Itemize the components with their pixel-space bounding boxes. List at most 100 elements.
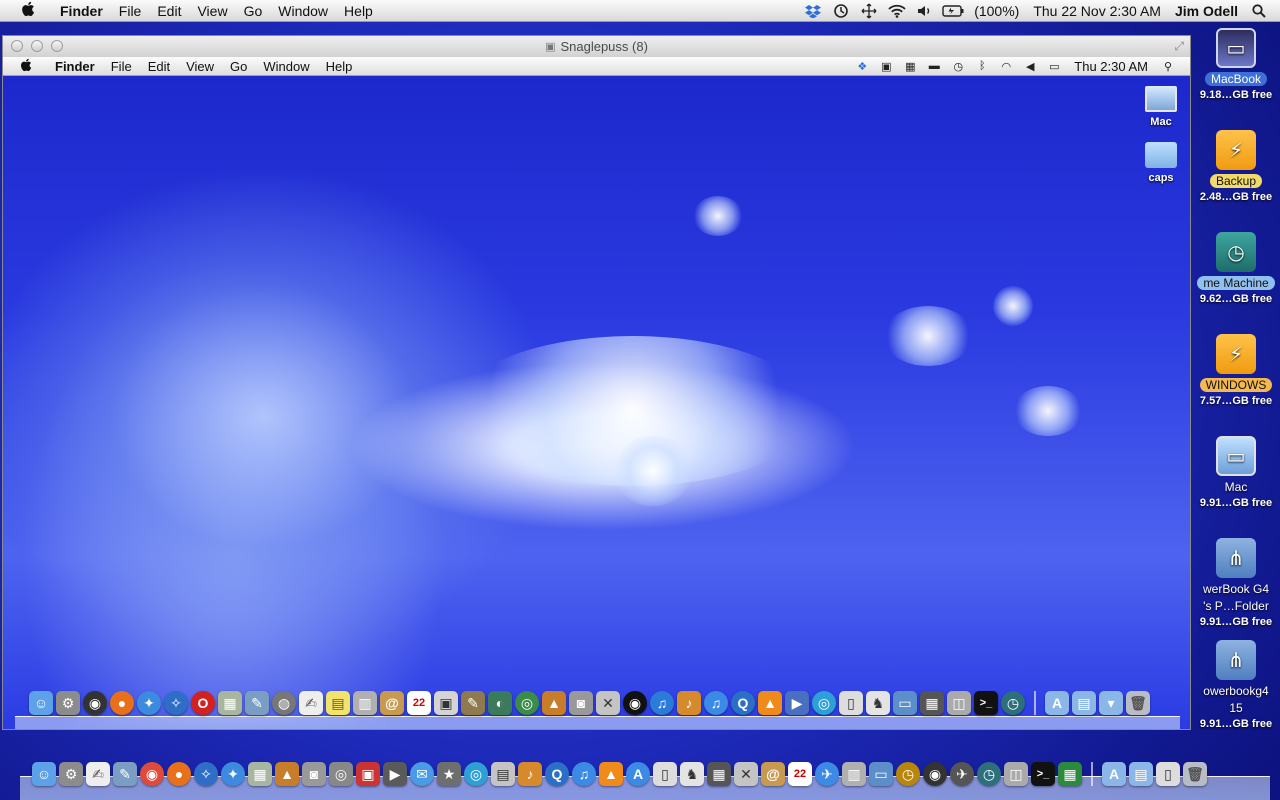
camera-icon[interactable]: ◙ (302, 762, 326, 786)
time-machine-dock-icon[interactable]: ◷ (1001, 691, 1025, 715)
system-preferences-icon[interactable]: ⚙ (59, 762, 83, 786)
itunes-icon[interactable]: ♫ (572, 762, 596, 786)
preview-icon[interactable]: ✎ (113, 762, 137, 786)
facetime-icon[interactable]: ▶ (383, 762, 407, 786)
battery-icon[interactable] (942, 2, 964, 20)
guest-clock[interactable]: Thu 2:30 AM (1066, 59, 1156, 74)
webcam-icon[interactable]: ◎ (329, 762, 353, 786)
menu-help[interactable]: Help (336, 3, 381, 19)
screen-sharing-icon[interactable]: ▭ (893, 691, 917, 715)
window-titlebar[interactable]: ▣ Snaglepuss (8) ⤢ (3, 36, 1190, 57)
safari-icon[interactable]: ✦ (137, 691, 161, 715)
headphones-icon[interactable]: ♫ (650, 691, 674, 715)
guest-desktop-icon-mac[interactable]: Mac (1136, 86, 1186, 128)
volume-powerbook-share[interactable]: ⋔ werBook G4 's P…Folder 9.91…GB free (1192, 538, 1280, 628)
menu-app-finder[interactable]: Finder (52, 3, 111, 19)
guest-menu-window[interactable]: Window (255, 59, 317, 74)
time-machine-icon[interactable] (830, 2, 852, 20)
dvd-drive-icon[interactable]: ▯ (653, 762, 677, 786)
spotlight-search-icon[interactable] (1248, 2, 1270, 20)
guest-grid-icon[interactable]: ▦ (901, 57, 919, 75)
calendar-icon[interactable]: 22 (407, 691, 431, 715)
activity-monitor-icon[interactable]: ▦ (1058, 762, 1082, 786)
wifi-icon[interactable] (886, 2, 908, 20)
opera-icon[interactable]: O (191, 691, 215, 715)
garageband-icon[interactable]: ♪ (677, 691, 701, 715)
documents-folder-icon[interactable]: ▤ (1129, 762, 1153, 786)
guest-menu-file[interactable]: File (103, 59, 140, 74)
photo-booth-icon[interactable]: ▣ (356, 762, 380, 786)
vinyl-record-icon[interactable]: ◉ (623, 691, 647, 715)
iris-icon[interactable]: ◎ (515, 691, 539, 715)
dashboard-icon[interactable]: ◉ (83, 691, 107, 715)
imovie-icon[interactable]: ▶ (785, 691, 809, 715)
menu-view[interactable]: View (189, 3, 235, 19)
boot-camp-icon[interactable]: ◫ (1004, 762, 1028, 786)
applications-folder-icon[interactable]: A (1102, 762, 1126, 786)
calculator-icon[interactable]: ▥ (353, 691, 377, 715)
close-button[interactable] (11, 40, 23, 52)
volume-windows[interactable]: ⚡ WINDOWS 7.57…GB free (1192, 334, 1280, 407)
zoom-button[interactable] (51, 40, 63, 52)
trash-icon[interactable]: 🗑 (1126, 691, 1150, 715)
chrome-icon[interactable]: ◉ (140, 762, 164, 786)
firefox-icon[interactable]: ● (167, 762, 191, 786)
quicktime-icon[interactable]: Q (731, 691, 755, 715)
screen-sharing-icon[interactable]: ▭ (869, 762, 893, 786)
volume-mac[interactable]: ▭ Mac 9.91…GB free (1192, 436, 1280, 509)
image-capture-icon[interactable]: ▤ (491, 762, 515, 786)
compass-icon[interactable]: ✧ (194, 762, 218, 786)
guest-time-machine-icon[interactable]: ◷ (949, 57, 967, 75)
iphoto-icon[interactable]: ▲ (542, 691, 566, 715)
calendar-icon[interactable]: 22 (788, 762, 812, 786)
photo-booth-icon[interactable]: ▣ (434, 691, 458, 715)
guest-apple-menu-icon[interactable] (17, 58, 35, 75)
guest-menu-help[interactable]: Help (318, 59, 361, 74)
guest-menu-edit[interactable]: Edit (140, 59, 178, 74)
downloads-folder-icon[interactable]: ▾ (1099, 691, 1123, 715)
preview-icon[interactable]: ✎ (245, 691, 269, 715)
compass-icon[interactable]: ✧ (164, 691, 188, 715)
vlc-icon[interactable]: ▲ (758, 691, 782, 715)
finder-icon[interactable]: ☺ (29, 691, 53, 715)
volume-backup[interactable]: ⚡ Backup 2.48…GB free (1192, 130, 1280, 203)
menu-edit[interactable]: Edit (149, 3, 189, 19)
fullscreen-icon[interactable]: ⤢ (1174, 39, 1184, 54)
guest-vm-window[interactable]: ▣ Snaglepuss (8) ⤢ Finder File Edit View… (2, 35, 1191, 730)
minimize-button[interactable] (31, 40, 43, 52)
mission-control-icon[interactable]: ▦ (920, 691, 944, 715)
dvd-player-icon[interactable]: ◎ (812, 691, 836, 715)
address-book-icon[interactable]: @ (761, 762, 785, 786)
apple-menu-icon[interactable] (18, 1, 38, 21)
boot-camp-icon[interactable]: ◫ (947, 691, 971, 715)
guest-desktop-icon-caps[interactable]: caps (1136, 142, 1186, 184)
user-name[interactable]: Jim Odell (1168, 3, 1245, 19)
textedit-icon[interactable]: ✍ (86, 762, 110, 786)
imovie-star-icon[interactable]: ★ (437, 762, 461, 786)
calculator-icon[interactable]: ▥ (842, 762, 866, 786)
launchpad-icon[interactable]: ✈ (950, 762, 974, 786)
app-store-icon[interactable]: A (626, 762, 650, 786)
system-preferences-icon[interactable]: ⚙ (56, 691, 80, 715)
guest-bluetooth-icon[interactable]: ᛒ (973, 57, 991, 75)
move-icon[interactable] (858, 2, 880, 20)
menu-window[interactable]: Window (270, 3, 336, 19)
guest-spotlight-icon[interactable]: ⚲ (1159, 57, 1177, 75)
ipod-icon[interactable]: ▯ (839, 691, 863, 715)
volume-icon[interactable] (914, 2, 936, 20)
volume-powerbookg4[interactable]: ⋔ owerbookg4 15 9.91…GB free (1192, 640, 1280, 730)
time-machine-dock-icon[interactable]: ◷ (977, 762, 1001, 786)
guest-volume-icon[interactable]: ◀ (1021, 57, 1039, 75)
image-edit-icon[interactable]: ✕ (734, 762, 758, 786)
dvd-player-icon[interactable]: ◎ (464, 762, 488, 786)
quicktime-icon[interactable]: Q (545, 762, 569, 786)
address-book-icon[interactable]: @ (380, 691, 404, 715)
clock-icon[interactable]: ◷ (896, 762, 920, 786)
applications-folder-icon[interactable]: A (1045, 691, 1069, 715)
dashboard-icon[interactable]: ◉ (923, 762, 947, 786)
guest-battery-icon[interactable]: ▭ (1045, 57, 1063, 75)
guest-screen-icon[interactable]: ▣ (877, 57, 895, 75)
time-capsule-icon[interactable]: ◐ (488, 691, 512, 715)
trash-icon[interactable]: 🗑 (1183, 762, 1207, 786)
chess-icon[interactable]: ♞ (680, 762, 704, 786)
